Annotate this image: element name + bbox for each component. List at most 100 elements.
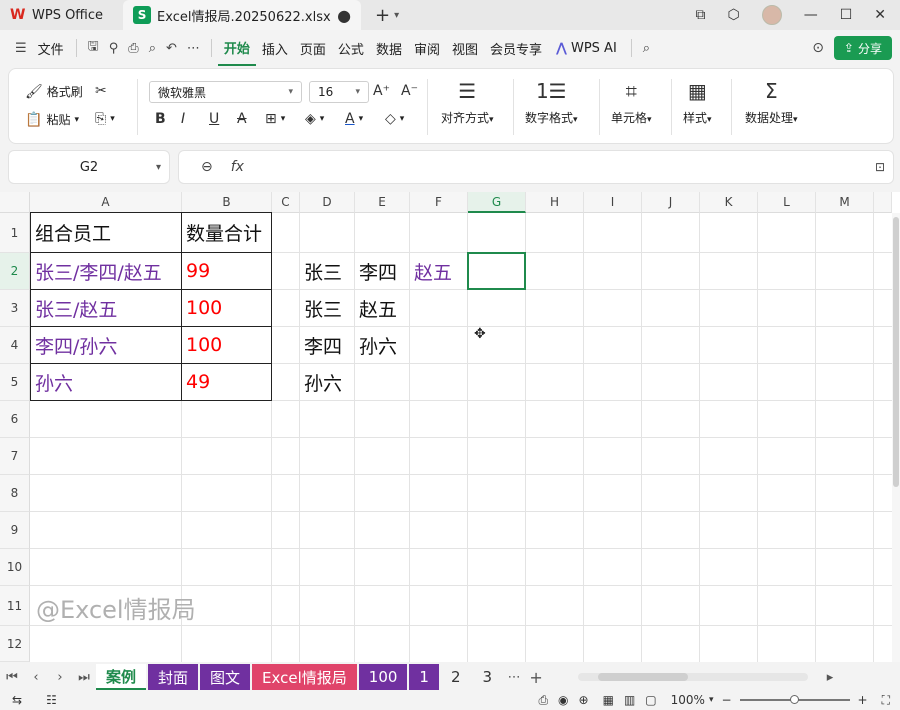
cell-a2[interactable]: 张三/李四/赵五 [31, 253, 181, 289]
zoom-dropdown-icon[interactable]: ▾ [709, 695, 714, 705]
sheet-tab-case[interactable]: 案例 [96, 664, 147, 690]
sheet-list-icon[interactable]: ☷ [46, 693, 57, 707]
cell-d5[interactable]: 孙六 [300, 364, 354, 400]
sheet-tab-excel-bureau[interactable]: Excel情报局 [252, 664, 357, 690]
macro-icon[interactable]: ⇆ [12, 693, 22, 707]
row-header-10[interactable]: 10 [0, 549, 30, 586]
bold-button[interactable]: B [155, 111, 166, 127]
search-icon[interactable]: ⌕ [638, 41, 655, 56]
wps-ai-button[interactable]: ⋀ WPS AI [548, 41, 625, 56]
active-cell-g2[interactable] [467, 252, 526, 290]
first-sheet-icon[interactable]: ⏮ [0, 670, 24, 685]
cell-a3[interactable]: 张三/赵五 [31, 290, 181, 326]
sheet-tab-100[interactable]: 100 [358, 664, 408, 690]
share-link-icon[interactable]: ⚲ [104, 41, 124, 56]
cell-b5[interactable]: 49 [182, 364, 271, 400]
horizontal-scrollbar[interactable] [578, 673, 809, 681]
tab-home[interactable]: 开始 [217, 30, 256, 66]
formula-input[interactable]: ⊖ fx ⊡ [178, 150, 894, 184]
font-name-select[interactable]: 微软雅黑 ▾ [149, 81, 302, 103]
tab-data[interactable]: 数据 [370, 30, 408, 66]
avatar[interactable] [761, 5, 782, 25]
cell-e2[interactable]: 李四 [355, 253, 409, 289]
font-color-button[interactable]: A ▾ [345, 111, 363, 127]
sheet-tab-2[interactable]: 2 [441, 664, 471, 690]
row-header-6[interactable]: 6 [0, 401, 30, 438]
wps-home-tab[interactable]: W WPS Office [0, 0, 113, 30]
more-sheets-icon[interactable]: ⋯ [504, 670, 524, 685]
tab-view[interactable]: 视图 [446, 30, 484, 66]
cell-d4[interactable]: 李四 [300, 327, 354, 363]
row-header-1[interactable]: 1 [0, 213, 30, 253]
column-header-j[interactable]: J [642, 192, 700, 213]
select-all-corner[interactable] [0, 192, 30, 213]
cell-a5[interactable]: 孙六 [31, 364, 181, 400]
share-button[interactable]: ⇪ 分享 [833, 36, 892, 60]
scrollbar-thumb[interactable] [598, 673, 689, 681]
cell-b4[interactable]: 100 [182, 327, 271, 363]
column-header-i[interactable]: I [584, 192, 642, 213]
align-button[interactable]: ☰ 对齐方式▾ [441, 79, 494, 126]
next-sheet-icon[interactable]: › [48, 670, 72, 685]
cell-b3[interactable]: 100 [182, 290, 271, 326]
scroll-right-icon[interactable]: ▸ [818, 670, 842, 685]
tab-page[interactable]: 页面 [294, 30, 332, 66]
number-format-button[interactable]: 1☰ 数字格式▾ [525, 79, 578, 126]
unsaved-dot-icon[interactable]: ● [337, 6, 351, 25]
cell-b1[interactable]: 数量合计 [182, 213, 271, 252]
row-header-3[interactable]: 3 [0, 290, 30, 327]
sheet-tab-3[interactable]: 3 [473, 664, 503, 690]
scrollbar-thumb[interactable] [893, 217, 899, 487]
maximize-button[interactable]: ☐ [840, 7, 853, 23]
underline-button[interactable]: U [209, 111, 219, 127]
cell-d2[interactable]: 张三 [300, 253, 354, 289]
prev-sheet-icon[interactable]: ‹ [24, 670, 48, 685]
cloud-sync-icon[interactable]: ⊙ [812, 40, 824, 56]
column-header-k[interactable]: K [700, 192, 758, 213]
tab-formula[interactable]: 公式 [332, 30, 370, 66]
font-size-select[interactable]: 16 ▾ [309, 81, 369, 103]
expand-formula-icon[interactable]: ⊡ [875, 160, 885, 174]
style-button[interactable]: ▦ 样式▾ [683, 79, 712, 126]
row-header-9[interactable]: 9 [0, 512, 30, 549]
decrease-font-button[interactable]: A⁻ [401, 83, 418, 99]
column-header-c[interactable]: C [272, 192, 300, 213]
tab-member[interactable]: 会员专享 [484, 30, 548, 66]
spreadsheet-grid[interactable]: A B C D E F G H I J K L M 1 2 3 4 5 6 7 … [0, 192, 900, 662]
page-setup-icon[interactable]: ⎙ [538, 693, 548, 708]
cell-e4[interactable]: 孙六 [355, 327, 409, 363]
data-process-button[interactable]: Σ 数据处理▾ [745, 79, 798, 126]
row-header-2[interactable]: 2 [0, 253, 30, 290]
row-header-8[interactable]: 8 [0, 475, 30, 512]
copy-button[interactable]: ⎘ ▾ [95, 111, 115, 127]
zoom-level[interactable]: 100% [671, 693, 705, 707]
sheet-tab-cover[interactable]: 封面 [148, 664, 199, 690]
column-header-e[interactable]: E [355, 192, 410, 213]
restore-window-icon[interactable]: ⧉ [695, 7, 705, 23]
eye-protection-icon[interactable]: ◉ [558, 693, 568, 707]
row-header-5[interactable]: 5 [0, 364, 30, 401]
vertical-scrollbar[interactable] [892, 213, 900, 662]
column-header-partial[interactable] [874, 192, 892, 213]
column-header-a[interactable]: A [30, 192, 182, 213]
sheet-tab-1[interactable]: 1 [409, 664, 439, 690]
cell-f2[interactable]: 赵五 [410, 253, 467, 289]
zoom-slider-knob[interactable] [789, 695, 799, 704]
page-break-view-icon[interactable]: ▥ [624, 693, 635, 707]
cell-e3[interactable]: 赵五 [355, 290, 409, 326]
paste-button[interactable]: 📋 粘贴 ▾ [25, 111, 79, 128]
column-header-h[interactable]: H [526, 192, 584, 213]
freeze-panes-icon[interactable]: ⊕ [579, 693, 589, 707]
menu-file[interactable]: 文件 [32, 30, 70, 66]
minimize-button[interactable]: — [804, 7, 818, 23]
row-header-4[interactable]: 4 [0, 327, 30, 364]
reading-view-icon[interactable]: ▢ [645, 693, 656, 707]
add-sheet-button[interactable]: + [524, 668, 548, 687]
cut-button[interactable]: ✂ [95, 83, 107, 99]
tab-list-chevron-icon[interactable]: ▾ [394, 10, 399, 21]
name-box[interactable]: G2 ▾ [8, 150, 170, 184]
close-button[interactable]: ✕ [874, 7, 886, 23]
print-icon[interactable]: ⎙ [123, 41, 143, 56]
fill-color-button[interactable]: ◈ ▾ [305, 111, 324, 127]
fullscreen-icon[interactable]: ⛶ [882, 693, 890, 708]
